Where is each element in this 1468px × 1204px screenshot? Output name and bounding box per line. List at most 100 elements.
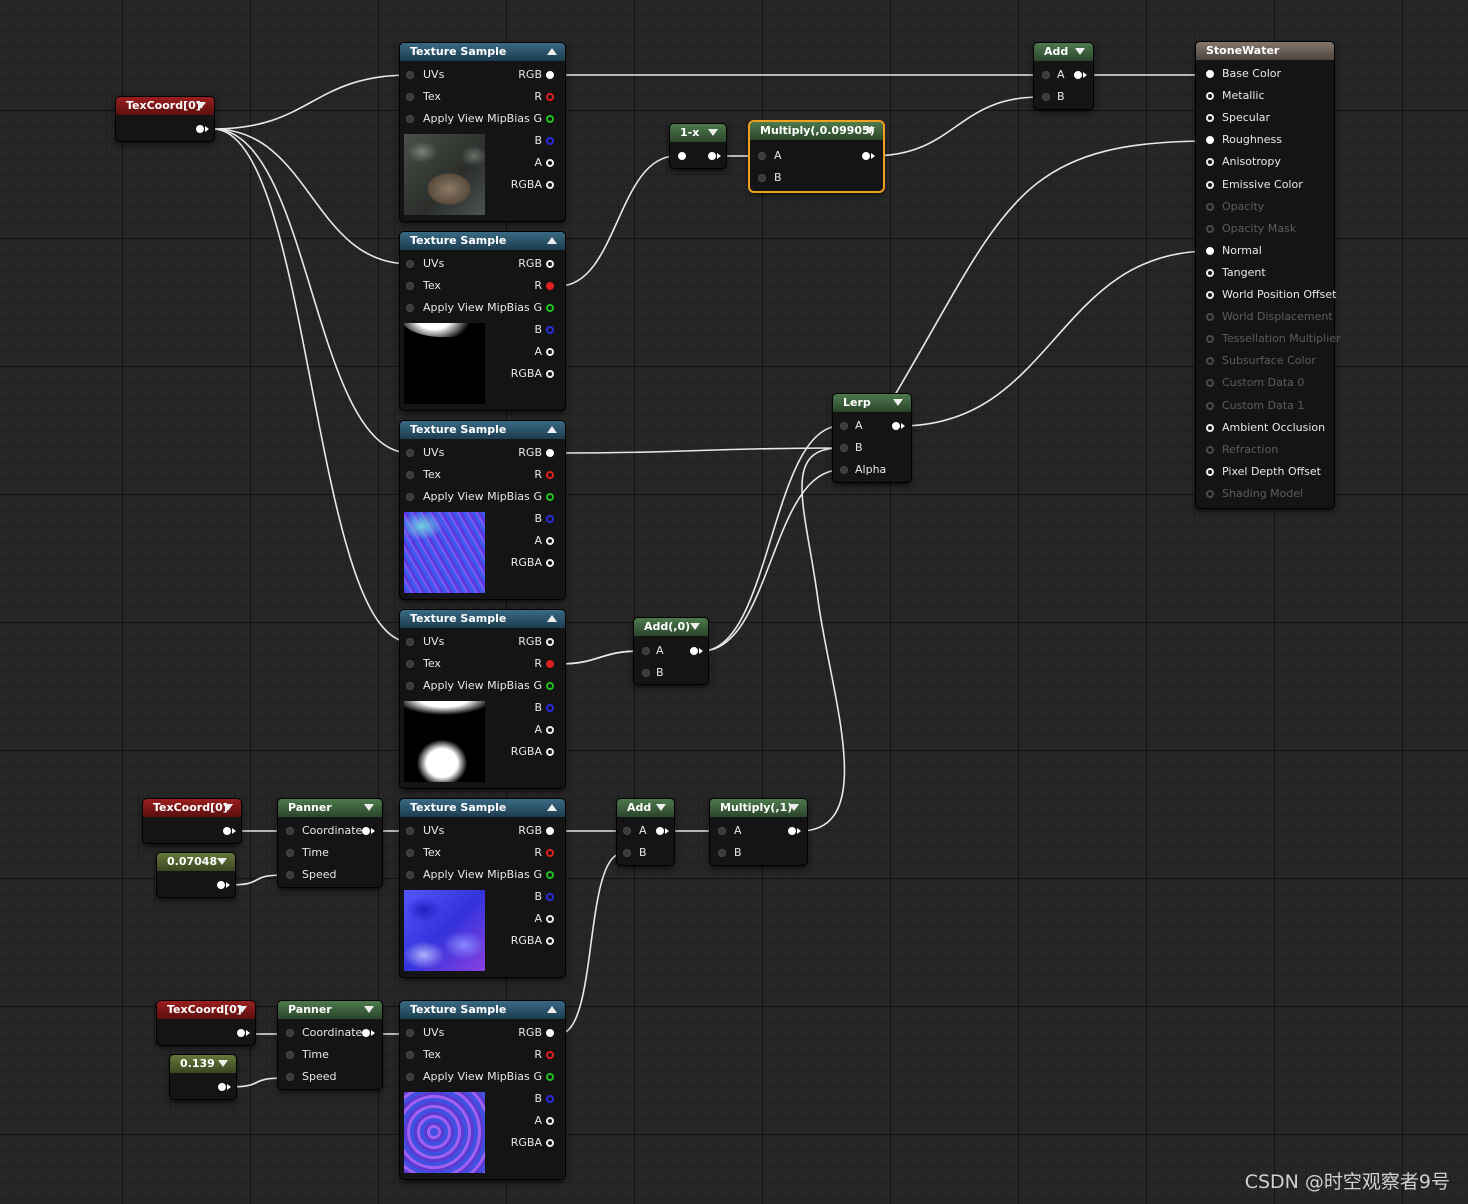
material-input-pin[interactable] [1206,70,1214,78]
expand-icon[interactable] [218,1060,228,1067]
node-header[interactable]: Lerp [833,394,911,412]
texcoord-node[interactable]: TexCoord[0] [143,799,241,843]
input-pin[interactable] [406,260,414,268]
texture-sample-node[interactable]: Texture Sample UVs Tex Apply View MipBias R… [400,43,565,221]
material-input-pin[interactable] [1206,423,1214,432]
output-pin[interactable] [546,181,554,189]
material-output-node[interactable]: StoneWater Base Color Metallic Specular Rou… [1196,42,1341,508]
output-pin[interactable] [546,915,554,923]
output-pin[interactable] [546,93,554,101]
collapse-icon[interactable] [547,615,557,622]
input-pin[interactable] [406,871,414,879]
texcoord-node[interactable]: TexCoord[0] [157,1001,255,1045]
output-pin[interactable] [546,1073,554,1081]
input-pin[interactable] [840,444,848,452]
input-pin[interactable] [406,638,414,646]
output-pin[interactable] [546,71,554,79]
node-header[interactable]: TexCoord[0] [116,97,214,115]
input-pin[interactable] [406,827,414,835]
node-header[interactable]: Texture Sample [400,610,565,628]
output-pin[interactable] [546,471,554,479]
expand-icon[interactable] [364,1006,374,1013]
output-pin[interactable] [546,449,554,457]
input-pin[interactable] [286,1051,294,1059]
output-pin[interactable] [362,1029,370,1037]
expand-icon[interactable] [865,127,875,134]
output-pin[interactable] [546,1117,554,1125]
output-pin[interactable] [546,638,554,646]
expand-icon[interactable] [708,129,718,136]
material-input-pin[interactable] [1206,489,1214,498]
material-input-pin[interactable] [1206,136,1214,145]
one-minus-node[interactable]: 1-x [670,124,726,168]
input-pin[interactable] [406,1051,414,1059]
input-pin[interactable] [406,1073,414,1081]
node-header[interactable]: Multiply(,0.09905) [750,122,883,140]
material-input-pin[interactable] [1206,92,1214,101]
node-header[interactable]: Add [1034,43,1093,61]
output-pin[interactable] [546,726,554,734]
input-pin[interactable] [840,422,848,430]
output-pin[interactable] [546,1029,554,1037]
texture-sample-node[interactable]: Texture Sample UVs Tex Apply View MipBias R… [400,421,565,599]
expand-icon[interactable] [196,102,206,109]
output-pin[interactable] [546,159,554,167]
output-pin[interactable] [690,647,698,655]
node-header[interactable]: 0.07048 [157,853,235,871]
output-pin[interactable] [218,1083,226,1091]
output-pin[interactable] [546,682,554,690]
output-pin[interactable] [546,871,554,879]
output-pin[interactable] [892,422,900,430]
output-pin[interactable] [708,152,716,160]
expand-icon[interactable] [223,804,233,811]
expand-icon[interactable] [217,858,227,865]
output-pin[interactable] [862,152,870,160]
input-pin[interactable] [1042,71,1050,79]
input-pin[interactable] [406,660,414,668]
material-input-pin[interactable] [1206,224,1214,233]
collapse-icon[interactable] [547,48,557,55]
node-header[interactable]: Texture Sample [400,43,565,61]
material-input-pin[interactable] [1206,445,1214,454]
output-pin[interactable] [237,1029,245,1037]
input-pin[interactable] [286,827,294,835]
lerp-node[interactable]: Lerp A B Alpha [833,394,911,482]
input-pin[interactable] [406,71,414,79]
collapse-icon[interactable] [547,237,557,244]
input-pin[interactable] [642,669,650,677]
material-input-pin[interactable] [1206,180,1214,189]
panner-node[interactable]: Panner Coordinate Time Speed [278,1001,382,1089]
output-pin[interactable] [546,827,554,835]
output-pin[interactable] [546,937,554,945]
output-pin[interactable] [196,125,204,133]
node-header[interactable]: Texture Sample [400,232,565,250]
texcoord-node[interactable]: TexCoord[0] [116,97,214,141]
input-pin[interactable] [406,115,414,123]
output-pin[interactable] [546,515,554,523]
output-pin[interactable] [546,748,554,756]
material-input-pin[interactable] [1206,202,1214,211]
input-pin[interactable] [642,647,650,655]
material-input-pin[interactable] [1206,158,1214,167]
output-pin[interactable] [546,115,554,123]
texture-sample-node[interactable]: Texture Sample UVs Tex Apply View MipBias R… [400,610,565,788]
node-header[interactable]: Texture Sample [400,421,565,439]
input-pin[interactable] [758,174,766,182]
expand-icon[interactable] [364,804,374,811]
input-pin[interactable] [406,449,414,457]
node-header[interactable]: Texture Sample [400,799,565,817]
constant-node[interactable]: 0.07048 [157,853,235,897]
collapse-icon[interactable] [547,804,557,811]
input-pin[interactable] [286,1073,294,1081]
expand-icon[interactable] [237,1006,247,1013]
input-pin[interactable] [406,849,414,857]
material-input-pin[interactable] [1206,268,1214,277]
input-pin[interactable] [286,871,294,879]
output-pin[interactable] [546,282,554,290]
output-pin[interactable] [362,827,370,835]
collapse-icon[interactable] [547,426,557,433]
node-header[interactable]: Add [617,799,674,817]
expand-icon[interactable] [789,804,799,811]
output-pin[interactable] [217,881,225,889]
output-pin[interactable] [546,1095,554,1103]
